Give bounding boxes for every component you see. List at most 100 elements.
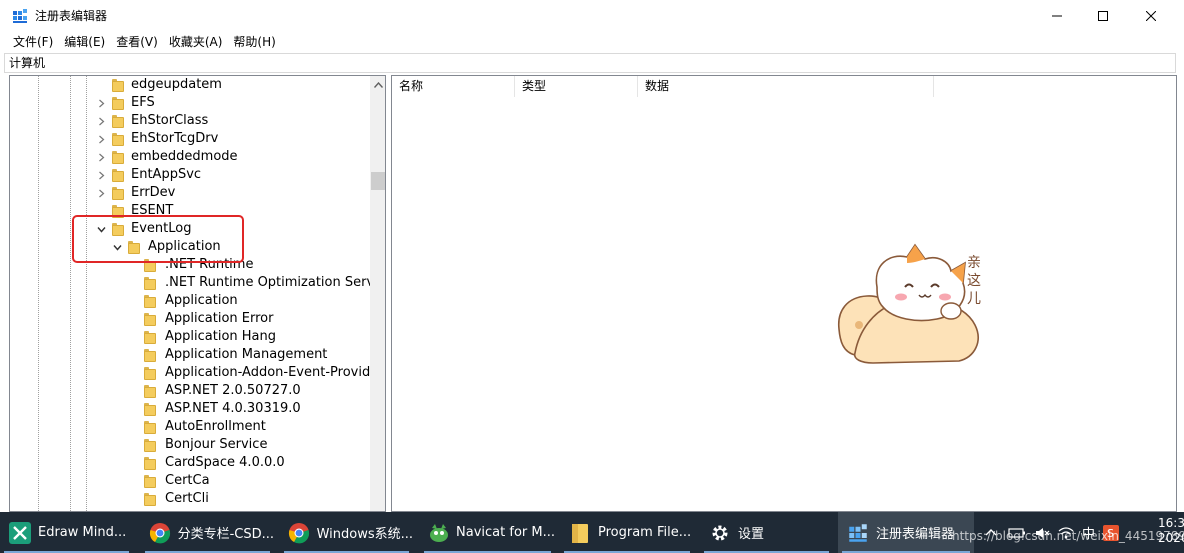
chevron-right-icon[interactable] [96, 116, 106, 126]
tree-node[interactable]: edgeupdatem [10, 76, 370, 94]
tree-node[interactable]: AutoEnrollment [10, 418, 370, 436]
values-list-pane[interactable]: 名称 类型 数据 亲 这 儿 [391, 75, 1177, 512]
clock-date: 2020/ [1158, 531, 1184, 545]
taskbar-item-edraw[interactable]: Edraw Mind... [0, 512, 133, 553]
tree-node-label: CertCa [165, 473, 210, 488]
title-bar[interactable]: 注册表编辑器 [0, 0, 1176, 32]
edraw-icon [8, 521, 32, 545]
taskbar-item-label: Windows系统... [316, 527, 413, 542]
folder-icon [144, 385, 156, 398]
taskbar-item-label: Edraw Mind... [38, 525, 127, 540]
folder-icon [112, 187, 124, 200]
folder-icon [112, 97, 124, 110]
column-header-data[interactable]: 数据 [638, 76, 934, 97]
tree-node-label: Application Error [165, 311, 274, 326]
folder-icon [144, 421, 156, 434]
menu-file[interactable]: 文件(F) [0, 32, 58, 52]
tree-node[interactable]: Application-Addon-Event-Provider [10, 364, 370, 382]
tree-node-label: Application-Addon-Event-Provider [165, 365, 370, 380]
close-button[interactable] [1126, 0, 1176, 32]
tree-node[interactable]: Bonjour Service [10, 436, 370, 454]
menu-edit[interactable]: 编辑(E) [58, 32, 110, 52]
list-header: 名称 类型 数据 [392, 76, 1176, 97]
folder-icon [112, 151, 124, 164]
taskbar-item-chrome-csdn[interactable]: 分类专栏-CSD... [141, 512, 274, 553]
column-header-name[interactable]: 名称 [392, 76, 515, 97]
tree-node-label: .NET Runtime Optimization Service [165, 275, 370, 290]
gear-icon [708, 521, 732, 545]
sticker-char-1: 亲 [967, 255, 981, 271]
blog-watermark: https://blog.csdn.net/weixin_44519789 [952, 529, 1184, 543]
menu-bar: 文件(F) 编辑(E) 查看(V) 收藏夹(A) 帮助(H) [0, 32, 1176, 52]
tree-node-label: embeddedmode [131, 149, 238, 164]
scroll-thumb[interactable] [371, 172, 385, 190]
tree-node[interactable]: EhStorTcgDrv [10, 130, 370, 148]
taskbar-item-explorer[interactable]: Program File... [560, 512, 694, 553]
tree-node-label: CertCli [165, 491, 209, 506]
regedit-window: 注册表编辑器 文件(F) 编辑(E) 查看(V) 收藏夹(A) 帮助(H) 计算… [0, 0, 1177, 512]
folder-icon [144, 475, 156, 488]
chevron-up-icon [373, 81, 383, 88]
chevron-right-icon[interactable] [96, 170, 106, 180]
tree-node[interactable]: CardSpace 4.0.0.0 [10, 454, 370, 472]
tree-node[interactable]: ErrDev [10, 184, 370, 202]
tree-node-label: ASP.NET 2.0.50727.0 [165, 383, 301, 398]
tree-node[interactable]: EFS [10, 94, 370, 112]
chevron-right-icon[interactable] [96, 134, 106, 144]
folder-icon [112, 115, 124, 128]
tree-node-label: Application [165, 293, 238, 308]
taskbar-item-label: Navicat for M... [456, 525, 555, 540]
minimize-button[interactable] [1034, 0, 1080, 32]
folder-icon [144, 403, 156, 416]
folder-icon [144, 457, 156, 470]
chevron-right-icon[interactable] [96, 188, 106, 198]
tree-node[interactable]: embeddedmode [10, 148, 370, 166]
tree-node[interactable]: ASP.NET 2.0.50727.0 [10, 382, 370, 400]
folder-icon [144, 349, 156, 362]
tree-node[interactable]: EhStorClass [10, 112, 370, 130]
registry-tree[interactable]: edgeupdatem EFS EhStorClass EhStorTcgDrv emb… [10, 76, 370, 511]
tree-node[interactable]: .NET Runtime Optimization Service [10, 274, 370, 292]
tree-node-label: Application Hang [165, 329, 277, 344]
folder-icon [144, 367, 156, 380]
taskbar-clock[interactable]: 16:3 2020/ [1158, 516, 1184, 546]
tree-node-label: CardSpace 4.0.0.0 [165, 455, 285, 470]
tree-node[interactable]: ASP.NET 4.0.30319.0 [10, 400, 370, 418]
registry-tree-pane: edgeupdatem EFS EhStorClass EhStorTcgDrv emb… [9, 75, 386, 512]
tree-node-label: ErrDev [131, 185, 176, 200]
tree-node[interactable]: CertCa [10, 472, 370, 490]
column-header-type[interactable]: 类型 [515, 76, 638, 97]
chevron-right-icon[interactable] [96, 152, 106, 162]
chevron-right-icon[interactable] [96, 98, 106, 108]
tree-node-label: Bonjour Service [165, 437, 268, 452]
taskbar-item-chrome-windows[interactable]: Windows系统... [280, 512, 413, 553]
taskbar-item-label: 设置 [738, 527, 765, 542]
tree-node[interactable]: Application Hang [10, 328, 370, 346]
background-window-edge [1178, 206, 1184, 218]
tree-node[interactable]: EntAppSvc [10, 166, 370, 184]
window-title: 注册表编辑器 [35, 9, 108, 23]
navicat-icon [428, 521, 450, 545]
maximize-button[interactable] [1080, 0, 1126, 32]
tree-node-label: edgeupdatem [131, 77, 222, 92]
minimize-icon [1052, 15, 1062, 17]
tree-node-label: EhStorTcgDrv [131, 131, 219, 146]
tree-node-label: AutoEnrollment [165, 419, 266, 434]
sticker-char-3: 儿 [967, 291, 981, 307]
taskbar-item-navicat[interactable]: Navicat for M... [420, 512, 555, 553]
maximize-icon [1098, 11, 1108, 21]
cat-sticker-image: 亲 这 儿 [838, 243, 981, 364]
scroll-up-button[interactable] [370, 76, 385, 93]
folder-icon [144, 295, 156, 308]
menu-view[interactable]: 查看(V) [110, 32, 163, 52]
tree-vertical-scrollbar[interactable] [370, 76, 385, 511]
sticker-char-2: 这 [967, 272, 981, 289]
menu-favorites[interactable]: 收藏夹(A) [163, 32, 228, 52]
menu-help[interactable]: 帮助(H) [227, 32, 280, 52]
address-bar[interactable]: 计算机 [4, 53, 1176, 73]
tree-node[interactable]: Application [10, 292, 370, 310]
tree-node[interactable]: Application Management [10, 346, 370, 364]
tree-node[interactable]: Application Error [10, 310, 370, 328]
taskbar-item-settings[interactable]: 设置 [700, 512, 833, 553]
tree-node[interactable]: CertCli [10, 490, 370, 508]
